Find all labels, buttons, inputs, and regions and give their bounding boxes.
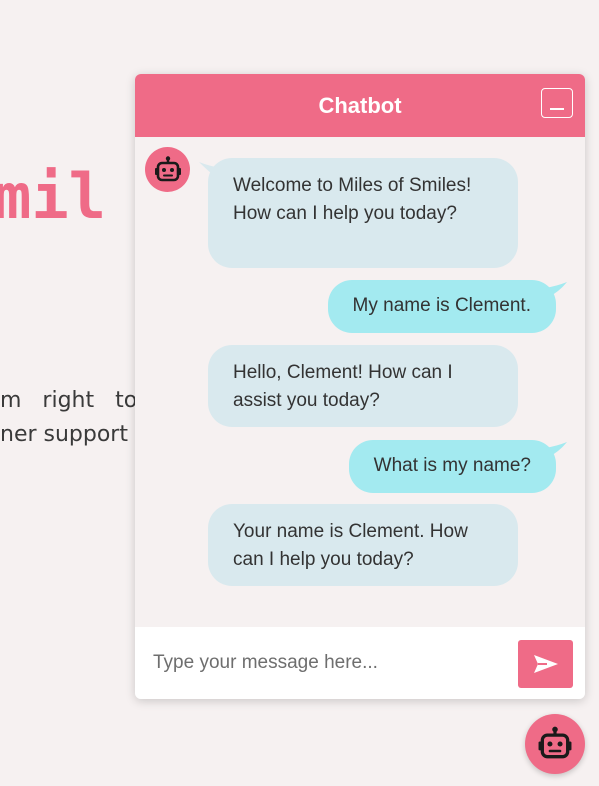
minimize-button[interactable] — [541, 88, 573, 118]
bot-message: Welcome to Miles of Smiles! How can I he… — [208, 158, 518, 268]
robot-icon — [538, 726, 572, 759]
bot-message: Hello, Clement! How can I assist you tod… — [208, 345, 518, 427]
message-input-bar — [135, 627, 585, 699]
page-title-fragment: mil — [0, 160, 106, 233]
chat-header: Chatbot — [135, 74, 585, 137]
bot-message: Your name is Clement. How can I help you… — [208, 504, 518, 586]
minimize-icon — [550, 108, 564, 110]
send-button[interactable] — [518, 640, 573, 688]
bot-avatar — [145, 147, 190, 192]
send-icon — [533, 655, 558, 673]
chatbot-window: Chatbot Welcome to Miles of Smiles! How … — [135, 74, 585, 699]
message-input[interactable] — [153, 647, 503, 679]
message-list: Welcome to Miles of Smiles! How can I he… — [135, 137, 585, 627]
robot-icon — [154, 155, 181, 181]
user-message: My name is Clement. — [327, 280, 556, 333]
user-message: What is my name? — [348, 440, 556, 493]
chat-launcher-button[interactable] — [525, 714, 585, 774]
page-text-line-2: ner support a — [0, 422, 149, 447]
page-text-line-1: m right to — [0, 388, 138, 413]
chat-title: Chatbot — [318, 92, 402, 118]
page: mil m right to ner support a Chatbot Wel… — [0, 0, 599, 786]
